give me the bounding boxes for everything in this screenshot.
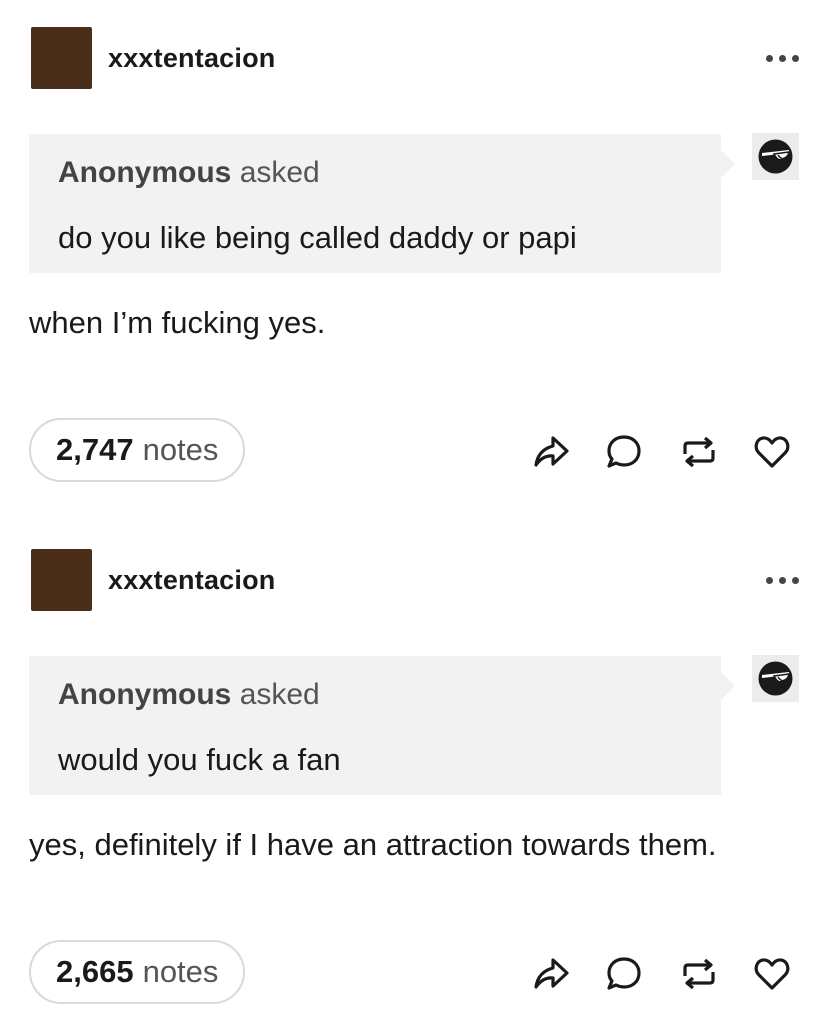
ask-box: Anonymous asked do you like being called… xyxy=(29,134,735,273)
more-dot xyxy=(779,576,786,584)
answer-text: when I’m fucking yes. xyxy=(29,305,326,340)
sunglasses-face-icon xyxy=(758,661,793,696)
reblog-arrows-icon[interactable] xyxy=(679,954,719,994)
share-arrow-icon[interactable] xyxy=(531,432,571,472)
more-horizontal-icon xyxy=(766,576,773,584)
asked-label: asked xyxy=(239,678,320,711)
question-text: do you like being called daddy or papi xyxy=(58,220,577,255)
notes-count: 2,665 xyxy=(56,954,134,989)
more-options-button[interactable] xyxy=(766,572,804,588)
heart-icon[interactable] xyxy=(752,954,792,994)
asker-avatar xyxy=(752,133,799,180)
asker-name[interactable]: Anonymous xyxy=(58,678,231,711)
asker-line: Anonymous asked xyxy=(58,156,320,190)
speech-bubble-icon[interactable] xyxy=(604,432,644,472)
asker-avatar xyxy=(752,655,799,702)
asked-label: asked xyxy=(239,156,320,189)
notes-label: notes xyxy=(142,432,219,467)
blog-avatar[interactable] xyxy=(31,27,92,89)
reblog-arrows-icon[interactable] xyxy=(679,432,719,472)
more-dot xyxy=(792,54,799,62)
sunglasses-face-icon xyxy=(758,139,793,174)
notes-count: 2,747 xyxy=(56,432,134,467)
speech-bubble-icon[interactable] xyxy=(604,954,644,994)
answer-text: yes, definitely if I have an attraction … xyxy=(29,827,717,862)
blog-username[interactable]: xxxtentacion xyxy=(108,565,275,596)
notes-button[interactable]: 2,665 notes xyxy=(29,940,246,1004)
asker-name[interactable]: Anonymous xyxy=(58,156,231,189)
more-dot xyxy=(792,576,799,584)
more-horizontal-icon xyxy=(766,54,773,62)
asker-line: Anonymous asked xyxy=(58,678,320,712)
question-text: would you fuck a fan xyxy=(58,742,341,777)
blog-avatar[interactable] xyxy=(31,549,92,611)
more-dot xyxy=(779,54,786,62)
share-arrow-icon[interactable] xyxy=(531,954,571,994)
more-options-button[interactable] xyxy=(766,50,804,66)
notes-label: notes xyxy=(142,954,219,989)
blog-username[interactable]: xxxtentacion xyxy=(108,43,275,74)
heart-icon[interactable] xyxy=(752,432,792,472)
notes-button[interactable]: 2,747 notes xyxy=(29,418,246,482)
ask-box: Anonymous asked would you fuck a fan xyxy=(29,656,735,795)
